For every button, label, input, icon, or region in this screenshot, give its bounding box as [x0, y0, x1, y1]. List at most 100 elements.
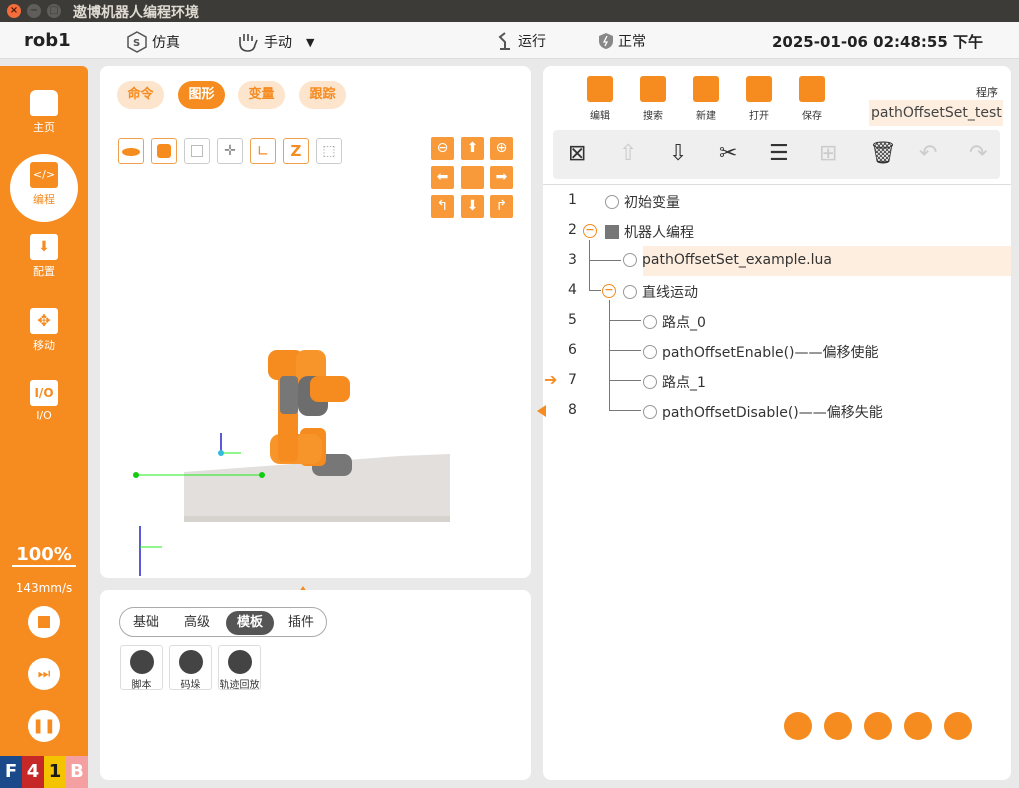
line-text: pathOffsetEnable()——偏移使能: [662, 345, 879, 361]
view-tool-button[interactable]: [184, 138, 210, 164]
badge-letter: 1: [44, 756, 66, 788]
view-robot-button[interactable]: [151, 138, 177, 164]
step-button[interactable]: ⏭: [28, 658, 60, 690]
speed-control[interactable]: 100% 143mm/s: [0, 544, 88, 595]
badge-letter: 4: [22, 756, 44, 788]
zoom-out-button[interactable]: ⊖: [431, 137, 454, 160]
tab-variables[interactable]: 变量: [238, 81, 285, 109]
zoom-out-icon: ⊖: [436, 140, 449, 156]
line-number: 1: [568, 192, 577, 208]
sidebar-item-home[interactable]: 主页: [0, 90, 88, 135]
program-line[interactable]: 3 pathOffsetSet_example.lua: [543, 246, 1011, 276]
terminal-icon[interactable]: [944, 712, 972, 740]
brand-badge: F 4 1 B: [0, 756, 88, 788]
mode-dropdown[interactable]: 手动 ▼: [236, 31, 314, 53]
line-text: 路点_1: [662, 375, 706, 391]
tab-basic[interactable]: 基础: [124, 611, 168, 635]
redo-icon[interactable]: ↷: [969, 142, 987, 166]
tab-advanced[interactable]: 高级: [174, 611, 220, 635]
pallet-button[interactable]: 码垛: [169, 645, 212, 691]
robot-3d-view[interactable]: [100, 336, 531, 576]
variable-icon: [605, 195, 619, 209]
trash-icon[interactable]: 🗑: [869, 142, 897, 166]
cut-icon[interactable]: ✂: [719, 142, 737, 166]
shield-icon: [599, 33, 613, 49]
trajectory-replay-button[interactable]: 轨迹回放: [218, 645, 261, 691]
hand-icon: [239, 34, 258, 52]
tool-label: 新建: [696, 111, 716, 122]
program-line[interactable]: 2 − 机器人编程: [543, 216, 1011, 246]
pan-down-button[interactable]: ⬇: [461, 195, 484, 218]
close-icon[interactable]: ×: [7, 4, 21, 18]
program-line[interactable]: 5 路点_0: [543, 306, 1011, 336]
pan-right-button[interactable]: ➡: [490, 166, 513, 189]
replay-icon: [227, 650, 252, 674]
minimize-icon[interactable]: −: [27, 4, 41, 18]
arrow-right-icon: ➡: [495, 169, 508, 185]
tab-graphics[interactable]: 图形: [178, 81, 225, 109]
undo-icon[interactable]: ↶: [919, 142, 937, 166]
program-line[interactable]: 6 pathOffsetEnable()——偏移使能: [543, 336, 1011, 366]
paste-icon[interactable]: ⊞: [819, 142, 837, 166]
command-tabs: 基础 高级 模板 插件: [119, 607, 327, 637]
pan-left-button[interactable]: ⬅: [431, 166, 454, 189]
program-line[interactable]: 1 初始变量: [543, 186, 1011, 216]
line-number: 4: [568, 282, 577, 298]
script-icon: [623, 253, 637, 267]
view-base-button[interactable]: [118, 138, 144, 164]
view-3d-button[interactable]: ⬚: [316, 138, 342, 164]
collapse-icon[interactable]: −: [583, 224, 597, 238]
command-panel: 基础 高级 模板 插件 脚本 码垛 轨迹回放: [100, 590, 531, 780]
document-icon[interactable]: [824, 712, 852, 740]
window-titlebar: × − □ 遨博机器人编程环境: [0, 0, 1019, 22]
program-line[interactable]: 8 pathOffsetDisable()——偏移失能: [543, 396, 1011, 426]
pan-up-button[interactable]: ⬆: [461, 137, 484, 160]
delete-node-icon[interactable]: ⊠: [568, 142, 586, 166]
zoom-in-button[interactable]: ⊕: [490, 137, 513, 160]
reset-view-button[interactable]: [461, 166, 484, 189]
robot-name: rob1: [24, 30, 71, 51]
copy-icon[interactable]: ☰: [769, 142, 789, 166]
stop-button[interactable]: [28, 606, 60, 638]
view-z-button[interactable]: Z: [283, 138, 309, 164]
sidebar-item-move[interactable]: ✥ 移动: [0, 308, 88, 353]
search-button[interactable]: 搜索: [634, 76, 672, 122]
maximize-icon[interactable]: □: [47, 4, 61, 18]
program-panel: 编辑 搜索 新建 打开 保存 程序 pathOffsetSet_test ⊠ ⇧…: [543, 66, 1011, 780]
view-axes-button[interactable]: ✛: [217, 138, 243, 164]
rotate-left-button[interactable]: ↰: [431, 195, 454, 218]
tab-commands[interactable]: 命令: [117, 81, 164, 109]
structure-icon[interactable]: [784, 712, 812, 740]
simulation-icon: S: [127, 31, 147, 53]
open-button[interactable]: 打开: [740, 76, 778, 122]
simulation-toggle[interactable]: S 仿真: [126, 31, 180, 53]
pause-button[interactable]: ❚❚: [28, 710, 60, 742]
move-up-icon[interactable]: ⇧: [619, 142, 637, 166]
sidebar-item-io[interactable]: I/O I/O: [0, 380, 88, 422]
program-line[interactable]: ➔ 7 路点_1: [543, 366, 1011, 396]
run-status: 运行: [496, 31, 546, 51]
line-number: 3: [568, 252, 577, 268]
program-panel-collapse-arrow[interactable]: [537, 405, 546, 417]
save-button[interactable]: 保存: [793, 76, 831, 122]
tab-plugin[interactable]: 插件: [278, 611, 324, 635]
tab-tracking[interactable]: 跟踪: [299, 81, 346, 109]
line-number: 2: [568, 222, 577, 238]
tool-label: 编辑: [590, 111, 610, 122]
view-xy-button[interactable]: ∟: [250, 138, 276, 164]
collapse-icon[interactable]: −: [602, 284, 616, 298]
rotate-right-button[interactable]: ↱: [490, 195, 513, 218]
edit-button[interactable]: 编辑: [581, 76, 619, 122]
target-icon[interactable]: [904, 712, 932, 740]
sidebar-item-config[interactable]: ⬇ 配置: [0, 234, 88, 279]
new-button[interactable]: 新建: [687, 76, 725, 122]
tab-template[interactable]: 模板: [226, 611, 274, 635]
fullscreen-icon[interactable]: [864, 712, 892, 740]
program-line[interactable]: 4 − 直线运动: [543, 276, 1011, 306]
move-down-icon[interactable]: ⇩: [669, 142, 687, 166]
sidebar-item-programming[interactable]: </> 编程: [0, 162, 88, 207]
code-icon: </>: [30, 162, 58, 188]
script-icon: [643, 345, 657, 359]
sidebar-item-label: 移动: [33, 339, 55, 352]
script-button[interactable]: 脚本: [120, 645, 163, 691]
